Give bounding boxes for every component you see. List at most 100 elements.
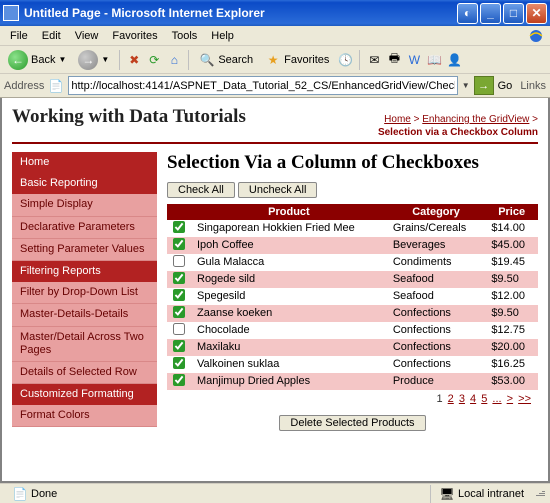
cell-price: $9.50 <box>485 271 538 288</box>
pager: 1 2 3 4 5 ... > >> <box>167 390 538 405</box>
row-checkbox[interactable] <box>173 374 185 386</box>
cell-price: $12.75 <box>485 322 538 339</box>
table-row: Valkoinen suklaaConfections$16.25 <box>167 356 538 373</box>
home-icon[interactable]: ⌂ <box>166 52 182 68</box>
cell-product: Ipoh Coffee <box>191 237 387 254</box>
pager-last[interactable]: >> <box>518 393 531 405</box>
back-button[interactable]: ← Back ▼ <box>4 48 70 72</box>
row-checkbox[interactable] <box>173 255 185 267</box>
sidebar: Home Basic Reporting Simple Display Decl… <box>12 152 157 431</box>
pager-3[interactable]: 3 <box>459 393 465 405</box>
col-product: Product <box>191 204 387 220</box>
chevron-down-icon[interactable]: ▼ <box>462 81 470 90</box>
row-checkbox[interactable] <box>173 306 185 318</box>
menu-file[interactable]: File <box>4 28 34 44</box>
row-checkbox[interactable] <box>173 221 185 233</box>
main-content: Selection Via a Column of Checkboxes Che… <box>167 152 538 431</box>
favorites-button[interactable]: ★ Favorites <box>261 50 333 70</box>
menu-view[interactable]: View <box>69 28 105 44</box>
separator <box>188 50 189 70</box>
go-button[interactable]: → <box>474 76 494 95</box>
go-label: Go <box>498 80 513 92</box>
sidebar-item-basic-reporting[interactable]: Basic Reporting <box>12 173 157 194</box>
cell-price: $9.50 <box>485 305 538 322</box>
history-icon[interactable]: 🕓 <box>337 52 353 68</box>
address-input[interactable] <box>68 76 457 95</box>
sidebar-item-declarative-params[interactable]: Declarative Parameters <box>12 217 157 239</box>
cell-product: Rogede sild <box>191 271 387 288</box>
forward-button[interactable]: → ▼ <box>74 48 113 72</box>
delete-selected-button[interactable]: Delete Selected Products <box>279 415 425 431</box>
breadcrumb-current: Selection via a Checkbox Column <box>378 127 538 138</box>
menubar: File Edit View Favorites Tools Help <box>0 26 550 46</box>
sidebar-item-filtering[interactable]: Filtering Reports <box>12 261 157 282</box>
menu-tools[interactable]: Tools <box>166 28 204 44</box>
messenger-icon[interactable]: 👤 <box>446 52 462 68</box>
row-checkbox[interactable] <box>173 272 185 284</box>
page-icon: 📄 <box>12 486 28 502</box>
sidebar-item-details-sel[interactable]: Details of Selected Row <box>12 362 157 384</box>
resize-grip[interactable] <box>532 491 546 496</box>
cell-category: Beverages <box>387 237 485 254</box>
sidebar-item-simple-display[interactable]: Simple Display <box>12 194 157 216</box>
cell-category: Seafood <box>387 288 485 305</box>
row-checkbox[interactable] <box>173 340 185 352</box>
cell-price: $20.00 <box>485 339 538 356</box>
sidebar-item-setting-params[interactable]: Setting Parameter Values <box>12 239 157 261</box>
check-all-button[interactable]: Check All <box>167 182 235 198</box>
print-icon[interactable]: 🖶 <box>386 52 402 68</box>
breadcrumb-home[interactable]: Home <box>384 114 411 125</box>
edit-icon[interactable]: W <box>406 52 422 68</box>
cell-product: Zaanse koeken <box>191 305 387 322</box>
mail-icon[interactable]: ✉ <box>366 52 382 68</box>
pager-next[interactable]: > <box>507 393 513 405</box>
page-header: Working with Data Tutorials Home > Enhan… <box>12 106 538 144</box>
page-icon: 📄 <box>48 78 64 94</box>
menu-edit[interactable]: Edit <box>36 28 67 44</box>
sidebar-item-filter-ddl[interactable]: Filter by Drop-Down List <box>12 282 157 304</box>
row-checkbox[interactable] <box>173 323 185 335</box>
table-row: SpegesildSeafood$12.00 <box>167 288 538 305</box>
links-label[interactable]: Links <box>520 80 546 92</box>
address-label: Address <box>4 80 44 92</box>
search-icon: 🔍 <box>199 52 215 68</box>
pager-2[interactable]: 2 <box>448 393 454 405</box>
sidebar-item-mdd[interactable]: Master-Details-Details <box>12 304 157 326</box>
stop-icon[interactable]: ✖ <box>126 52 142 68</box>
chevron-down-icon: ▼ <box>58 55 66 64</box>
maximize-button[interactable]: □ <box>503 3 524 24</box>
table-row: Zaanse koekenConfections$9.50 <box>167 305 538 322</box>
uncheck-all-button[interactable]: Uncheck All <box>238 182 317 198</box>
table-row: ChocoladeConfections$12.75 <box>167 322 538 339</box>
search-button[interactable]: 🔍 Search <box>195 50 257 70</box>
sidebar-item-fmt-colors[interactable]: Format Colors <box>12 405 157 427</box>
row-checkbox[interactable] <box>173 289 185 301</box>
pager-4[interactable]: 4 <box>470 393 476 405</box>
page-title: Working with Data Tutorials <box>12 106 246 128</box>
search-label: Search <box>218 54 253 66</box>
pager-5[interactable]: 5 <box>481 393 487 405</box>
menu-help[interactable]: Help <box>205 28 240 44</box>
minimize-button[interactable]: _ <box>480 3 501 24</box>
refresh-icon[interactable]: ⟳ <box>146 52 162 68</box>
cell-product: Gula Malacca <box>191 254 387 271</box>
close-button[interactable]: ✕ <box>526 3 547 24</box>
cell-product: Chocolade <box>191 322 387 339</box>
breadcrumb-section[interactable]: Enhancing the GridView <box>422 114 529 125</box>
research-icon[interactable]: 📖 <box>426 52 442 68</box>
cell-product: Manjimup Dried Apples <box>191 373 387 390</box>
cell-category: Produce <box>387 373 485 390</box>
cell-category: Confections <box>387 356 485 373</box>
sidebar-item-custom-fmt[interactable]: Customized Formatting <box>12 384 157 405</box>
sidebar-item-md-two[interactable]: Master/Detail Across Two Pages <box>12 327 157 362</box>
row-checkbox[interactable] <box>173 238 185 250</box>
menu-favorites[interactable]: Favorites <box>106 28 163 44</box>
sidebar-item-home[interactable]: Home <box>12 152 157 173</box>
main-heading: Selection Via a Column of Checkboxes <box>167 152 538 174</box>
theme-button[interactable]: ◐ <box>457 3 478 24</box>
row-checkbox[interactable] <box>173 357 185 369</box>
chevron-down-icon: ▼ <box>101 55 109 64</box>
pager-dots[interactable]: ... <box>492 393 501 405</box>
cell-price: $45.00 <box>485 237 538 254</box>
cell-product: Singaporean Hokkien Fried Mee <box>191 220 387 237</box>
